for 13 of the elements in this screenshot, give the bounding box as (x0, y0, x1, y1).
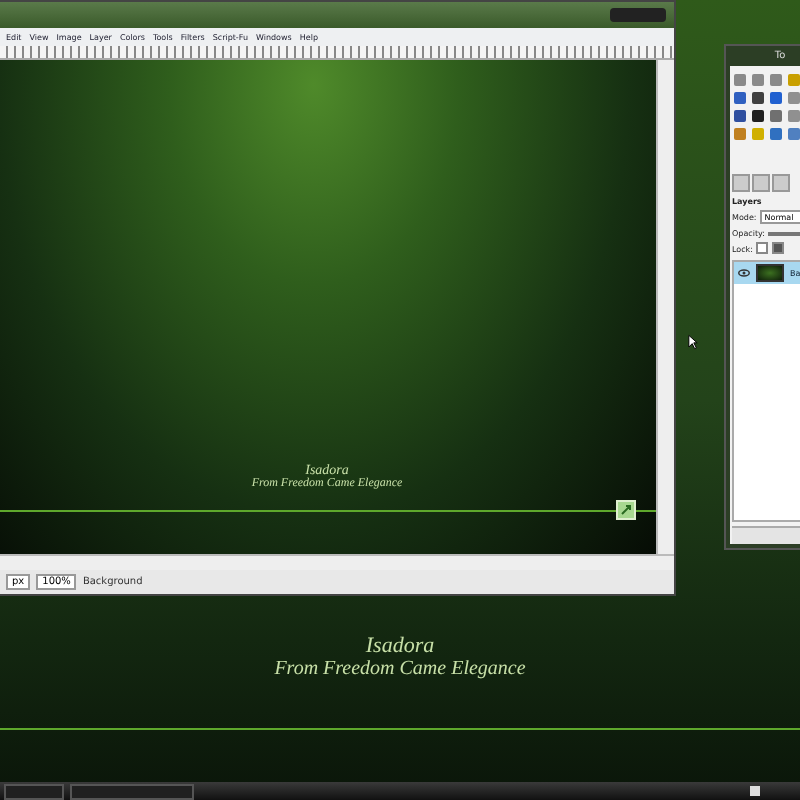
lock-checkbox[interactable] (756, 242, 769, 254)
task-button[interactable] (70, 783, 194, 799)
mouse-cursor-icon (688, 334, 698, 350)
logo-title: Isadora (365, 634, 435, 658)
task-button[interactable] (4, 783, 64, 799)
layer-toolbar (732, 526, 800, 544)
eye-icon[interactable] (738, 268, 750, 278)
layer-thumbnail (756, 264, 784, 282)
navigate-icon[interactable] (616, 500, 636, 520)
logo-tagline: From Freedom Came Elegance (274, 658, 526, 680)
scrollbar[interactable] (656, 60, 674, 554)
lock-checkbox[interactable] (772, 242, 785, 254)
scrollbar[interactable] (0, 554, 674, 570)
